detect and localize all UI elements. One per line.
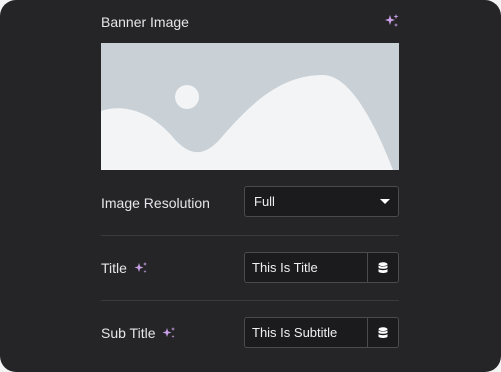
image-resolution-select[interactable]: Full <box>244 186 399 217</box>
title-field <box>244 252 399 283</box>
chevron-down-icon <box>380 199 390 204</box>
subtitle-label-row: Sub Title <box>101 325 176 341</box>
database-icon <box>378 261 388 273</box>
settings-panel: Banner Image Image Resolution Full Title <box>0 0 501 372</box>
sparkle-icon[interactable] <box>134 261 148 275</box>
dynamic-tags-button[interactable] <box>367 318 398 347</box>
title-label-row: Title <box>101 260 148 276</box>
subtitle-field <box>244 317 399 348</box>
sparkle-icon[interactable] <box>162 326 176 340</box>
divider <box>101 235 399 236</box>
image-placeholder-icon <box>101 43 399 170</box>
sparkle-icon[interactable] <box>385 14 399 28</box>
title-input[interactable] <box>245 253 367 282</box>
database-icon <box>378 326 388 338</box>
image-resolution-label: Image Resolution <box>101 195 210 211</box>
subtitle-label: Sub Title <box>101 325 156 341</box>
banner-image-label: Banner Image <box>101 14 189 30</box>
banner-image-picker[interactable] <box>101 43 399 170</box>
subtitle-input[interactable] <box>245 318 367 347</box>
image-resolution-value: Full <box>254 194 275 209</box>
title-label: Title <box>101 260 127 276</box>
dynamic-tags-button[interactable] <box>367 253 398 282</box>
divider <box>101 300 399 301</box>
